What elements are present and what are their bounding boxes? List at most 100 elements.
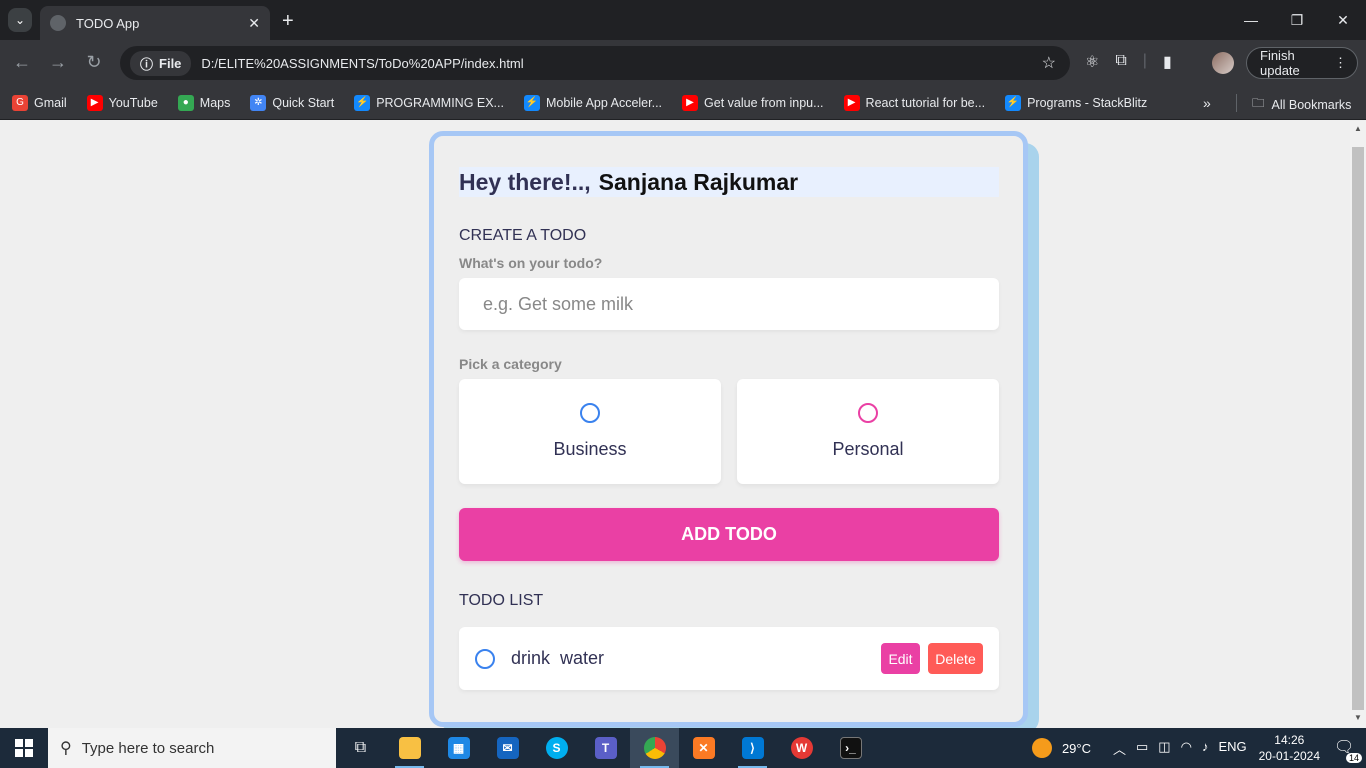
tab-search-button[interactable]: ⌄	[8, 8, 32, 32]
delete-button[interactable]: Delete	[928, 643, 983, 674]
bookmark-item[interactable]: ▶ React tutorial for be...	[843, 94, 986, 111]
battery-icon[interactable]: ▭	[1136, 739, 1148, 758]
youtube-icon: ▶	[843, 94, 860, 111]
wifi-icon[interactable]: ◠	[1181, 739, 1192, 758]
weather-widget[interactable]: 29°C	[1031, 738, 1091, 758]
file-explorer-icon[interactable]	[385, 728, 434, 768]
terminal-icon[interactable]: ›_	[826, 728, 875, 768]
bookmark-item[interactable]: ⚡ Programs - StackBlitz	[1005, 94, 1148, 111]
clock[interactable]: 14:26 20-01-2024	[1259, 732, 1320, 764]
todo-done-checkbox[interactable]	[475, 649, 495, 669]
info-icon: ⓘ	[140, 56, 154, 72]
browser-toolbar: ← → ↻ ⓘ File D:/ELITE%20ASSIGNMENTS/ToDo…	[0, 40, 1366, 86]
create-todo-heading: CREATE A TODO	[459, 227, 587, 244]
todo-input[interactable]	[459, 278, 999, 330]
bookmark-item[interactable]: ▶ YouTube	[86, 94, 158, 111]
microsoft-store-icon[interactable]: ▦	[434, 728, 483, 768]
more-menu-icon[interactable]: ⋮	[1334, 55, 1347, 71]
finish-update-button[interactable]: Finish update ⋮	[1246, 47, 1358, 79]
sun-icon	[1031, 738, 1052, 758]
bookmark-label: PROGRAMMING EX...	[376, 95, 504, 110]
profile-avatar[interactable]	[1212, 52, 1234, 74]
mail-icon[interactable]: ✉	[483, 728, 532, 768]
bookmark-label: Programs - StackBlitz	[1027, 95, 1148, 110]
wps-office-icon[interactable]: W	[777, 728, 826, 768]
scroll-down-arrow-icon[interactable]: ▼	[1354, 713, 1362, 722]
bookmark-star-icon[interactable]: ☆	[1042, 53, 1056, 73]
volume-icon[interactable]: ♪	[1202, 739, 1209, 758]
personal-label: Personal	[832, 439, 904, 459]
globe-icon	[50, 15, 66, 31]
minimize-icon[interactable]: —	[1228, 0, 1274, 40]
back-icon[interactable]: ←	[11, 52, 33, 73]
bookmark-item[interactable]: G Gmail	[12, 94, 67, 111]
camera-icon[interactable]: ◫	[1158, 739, 1170, 758]
category-label: Pick a category	[459, 356, 562, 372]
side-panel-icon[interactable]: ▮	[1163, 52, 1172, 72]
new-tab-button[interactable]: +	[282, 10, 294, 33]
business-radio-bubble[interactable]	[580, 403, 600, 423]
language-indicator[interactable]: ENG	[1218, 739, 1246, 758]
scroll-up-arrow-icon[interactable]: ▲	[1354, 124, 1362, 133]
site-info-chip[interactable]: ⓘ File	[130, 50, 192, 76]
skype-icon[interactable]: S	[532, 728, 581, 768]
teams-icon[interactable]: T	[581, 728, 630, 768]
add-todo-button[interactable]: ADD TODO	[459, 508, 999, 561]
bookmark-label: React tutorial for be...	[865, 95, 986, 110]
url-text[interactable]: D:/ELITE%20ASSIGNMENTS/ToDo%20APP/index.…	[201, 56, 523, 71]
start-button[interactable]	[0, 728, 48, 768]
chrome-icon[interactable]	[630, 728, 679, 768]
taskbar-search-box[interactable]: ⚲ Type here to search	[48, 728, 336, 768]
bookmark-label: Gmail	[34, 95, 67, 110]
todo-item-text[interactable]: drink water	[511, 648, 604, 669]
tray-icons: ︿ ▭ ◫ ◠ ♪ ENG	[1113, 739, 1247, 758]
chevron-up-icon[interactable]: ︿	[1113, 739, 1126, 758]
reload-icon[interactable]: ↻	[83, 52, 105, 73]
bookmark-item[interactable]: ▶ Get value from inpu...	[682, 94, 824, 111]
react-devtools-icon[interactable]: ⚛	[1085, 52, 1099, 72]
vscode-icon[interactable]: ⟩	[728, 728, 777, 768]
page-scrollbar[interactable]: ▲ ▼	[1350, 121, 1366, 728]
bookmark-label: Mobile App Acceler...	[545, 95, 663, 110]
address-bar[interactable]: ⓘ File D:/ELITE%20ASSIGNMENTS/ToDo%20APP…	[120, 46, 1070, 80]
close-tab-icon[interactable]: ✕	[248, 15, 260, 32]
browser-tab[interactable]: TODO App ✕	[40, 6, 270, 40]
bookmark-item[interactable]: ⚡ Mobile App Acceler...	[523, 94, 663, 111]
close-window-icon[interactable]: ✕	[1320, 0, 1366, 40]
category-personal-option[interactable]: Personal	[737, 379, 999, 484]
windows-logo-icon	[15, 739, 33, 757]
personal-radio-bubble[interactable]	[858, 403, 878, 423]
window-controls: — ❐ ✕	[1228, 0, 1366, 40]
restore-icon[interactable]: ❐	[1274, 0, 1320, 40]
bolt-icon: ⚡	[354, 94, 371, 111]
gmail-icon: G	[12, 94, 28, 111]
taskbar-apps: ⧉ ▦ ✉ S T ✕ ⟩ W ›_	[336, 728, 875, 768]
todo-list-heading: TODO LIST	[459, 592, 544, 609]
browser-tab-strip: ⌄ TODO App ✕ + — ❐ ✕	[0, 0, 1366, 40]
more-bookmarks-icon[interactable]: »	[1203, 95, 1211, 111]
all-bookmarks-label: All Bookmarks	[1271, 97, 1352, 112]
xampp-icon[interactable]: ✕	[679, 728, 728, 768]
clock-date: 20-01-2024	[1258, 749, 1320, 763]
bookmark-item[interactable]: ⚡ PROGRAMMING EX...	[354, 94, 504, 111]
notification-center-icon[interactable]: 🗨 14	[1334, 737, 1362, 763]
forward-icon[interactable]: →	[47, 52, 69, 73]
tab-title: TODO App	[76, 15, 140, 31]
bookmark-item[interactable]: ● Maps	[177, 94, 230, 111]
task-view-icon[interactable]: ⧉	[336, 728, 385, 768]
bookmarks-bar: G Gmail ▶ YouTube ● Maps ✲ Quick Start ⚡ PROGRAMM…	[0, 86, 1366, 120]
search-icon: ⚲	[60, 740, 72, 757]
all-bookmarks-button[interactable]: 🗀 All Bookmarks	[1252, 94, 1351, 115]
scrollbar-thumb[interactable]	[1352, 147, 1364, 710]
extensions-puzzle-icon[interactable]: ⧉	[1115, 52, 1126, 72]
bookmark-label: Get value from inpu...	[704, 95, 824, 110]
user-name[interactable]: Sanjana Rajkumar	[599, 169, 798, 196]
greeting-heading: Hey there!.., Sanjana Rajkumar	[459, 167, 999, 197]
bookmark-label: YouTube	[108, 95, 158, 110]
todo-list-item: drink water Edit Delete	[459, 627, 999, 690]
toolbar-divider: |	[1142, 52, 1147, 69]
edit-button[interactable]: Edit	[881, 643, 920, 674]
category-business-option[interactable]: Business	[459, 379, 721, 484]
bookmark-item[interactable]: ✲ Quick Start	[250, 94, 334, 111]
youtube-icon: ▶	[682, 94, 699, 111]
